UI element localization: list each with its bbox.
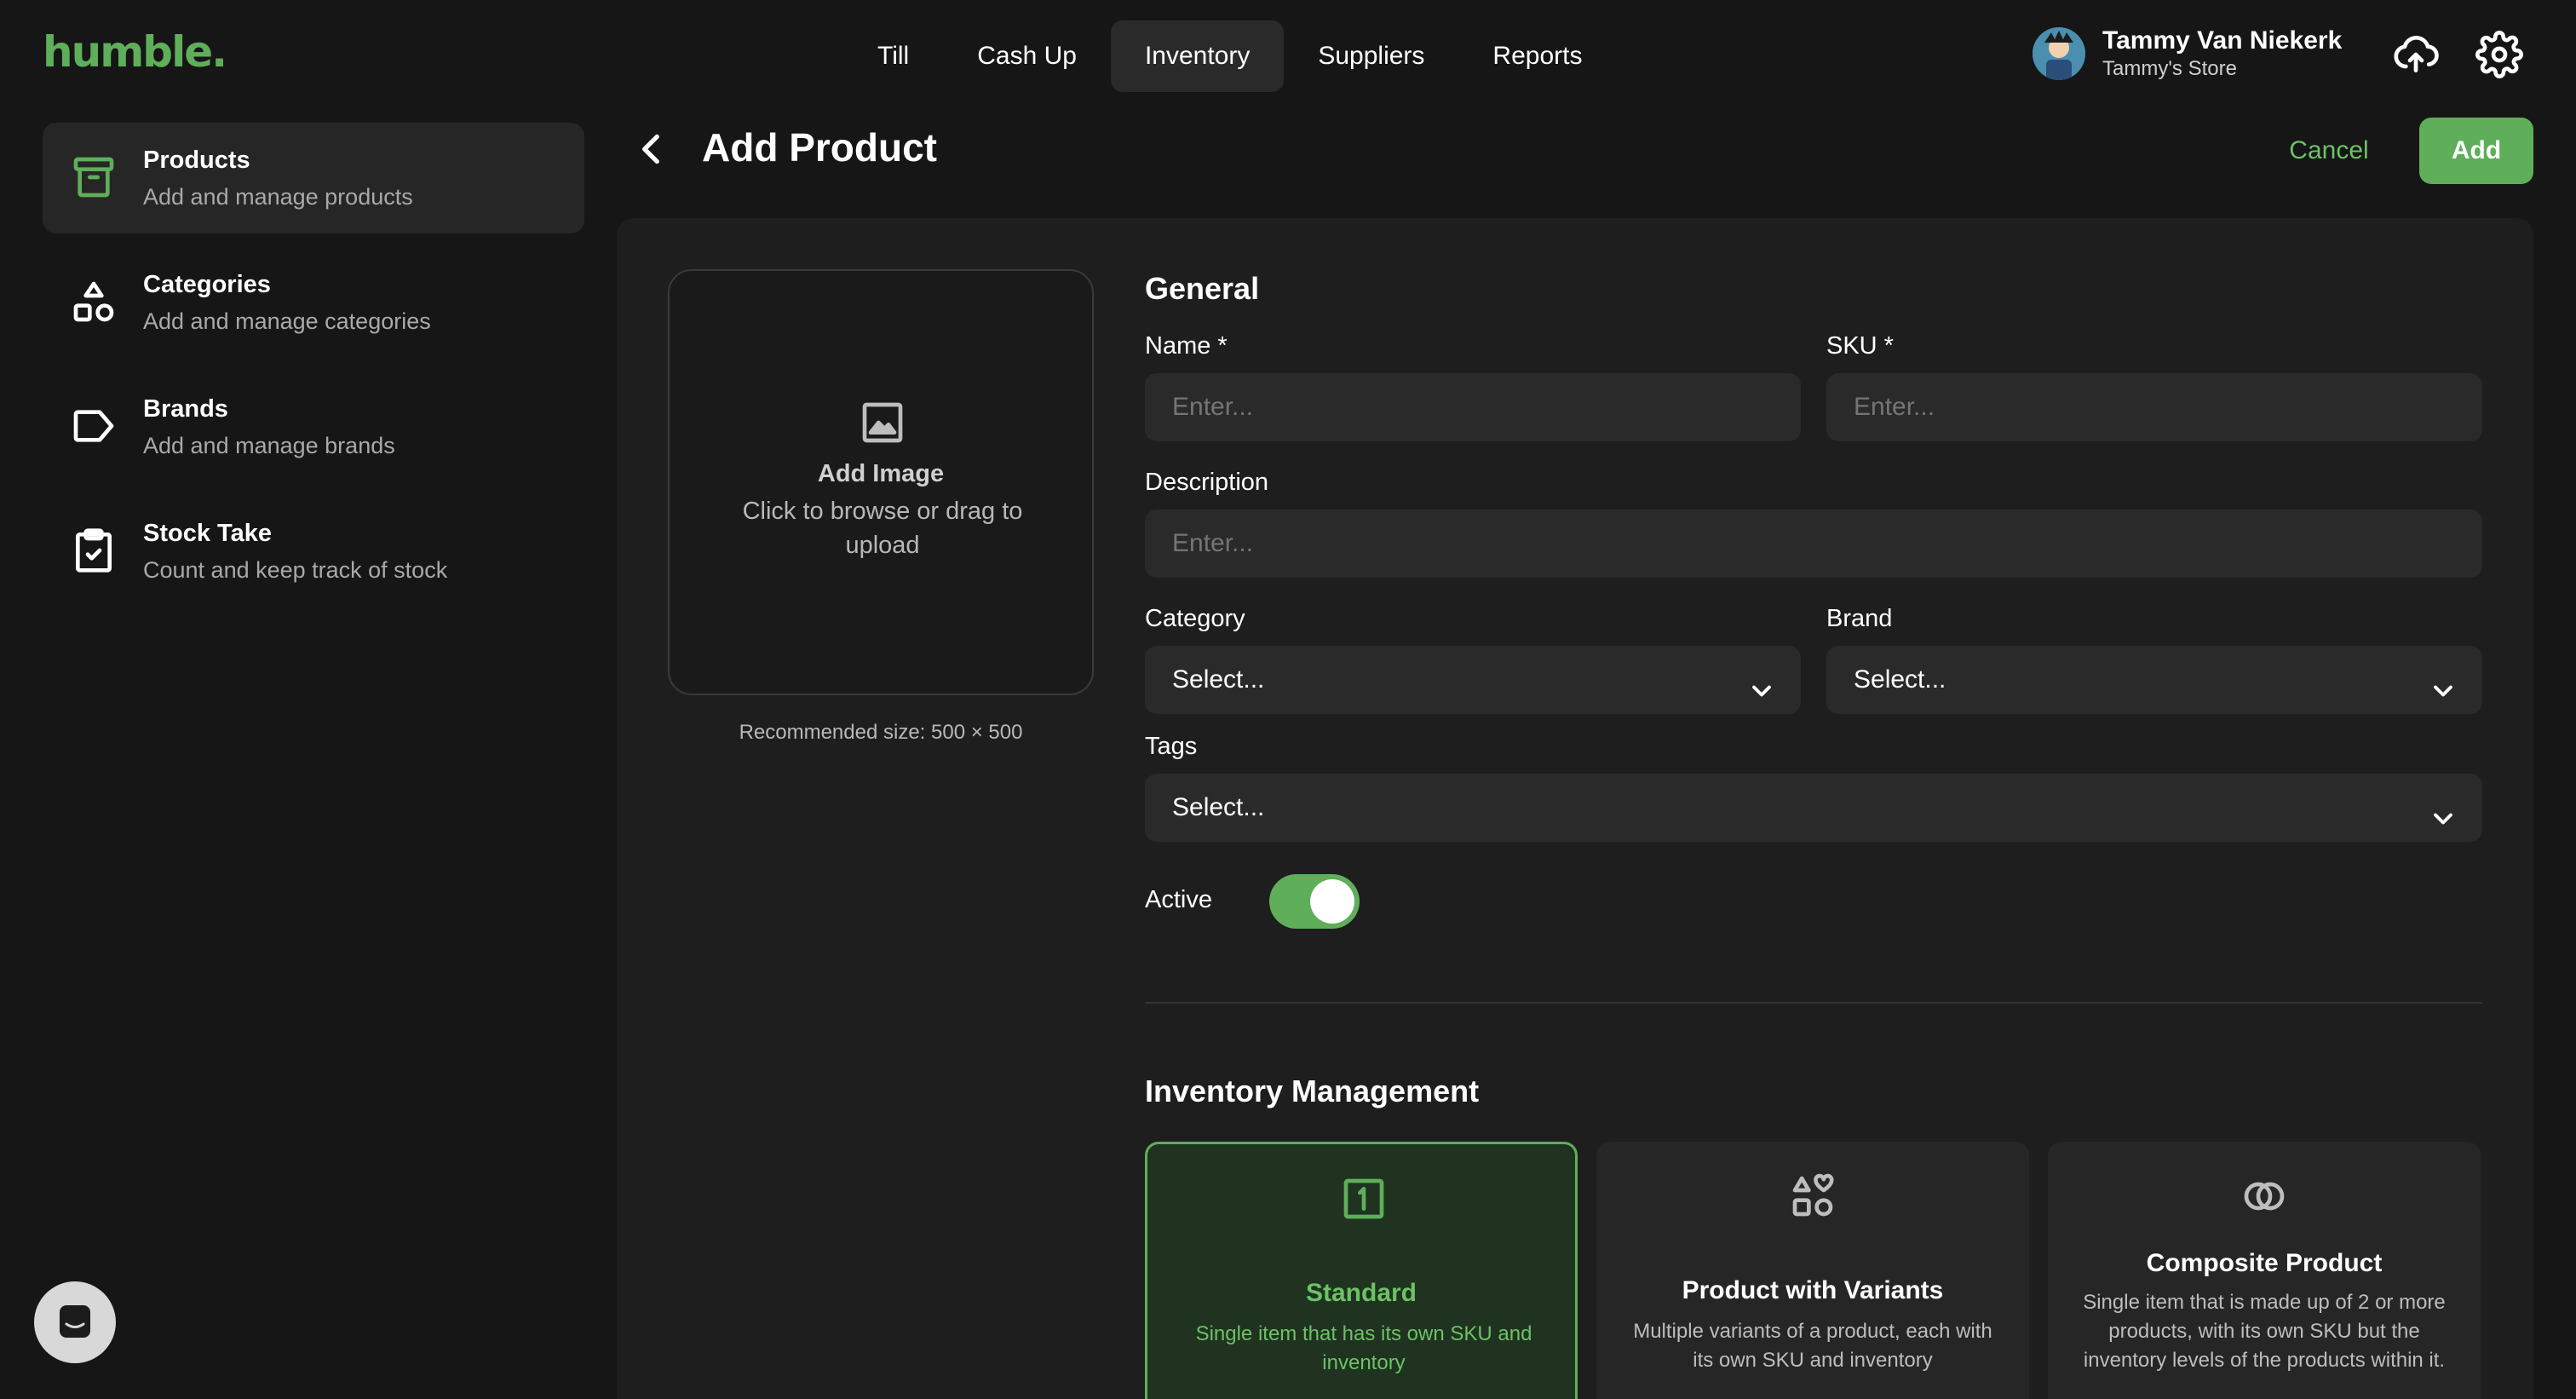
inventory-option-title: Product with Variants: [1682, 1276, 1944, 1304]
user-info: Tammy Van Niekerk Tammy's Store: [2102, 26, 2342, 82]
user-name: Tammy Van Niekerk: [2102, 26, 2343, 55]
brand-select[interactable]: Select...: [1826, 646, 2482, 714]
tag-icon: [70, 402, 118, 450]
nav-suppliers[interactable]: Suppliers: [1284, 20, 1458, 92]
avatar: [2033, 27, 2085, 80]
add-product-panel: Add Image Click to browse or drag to upl…: [617, 218, 2533, 1399]
inventory-option-description: Single item that has its own SKU and inv…: [1195, 1322, 1532, 1374]
sidebar-item-brands[interactable]: Brands Add and manage brands: [43, 371, 584, 482]
section-divider: [1145, 1002, 2482, 1004]
active-label: Active: [1145, 886, 1212, 913]
chevron-down-icon: [1746, 665, 1777, 697]
brand-label: Brand: [1826, 605, 1893, 632]
tags-select[interactable]: Select...: [1145, 774, 2482, 842]
sidebar-item-title: Categories: [143, 271, 271, 298]
inventory-option-variants[interactable]: Product with Variants Multiple variants …: [1596, 1142, 2029, 1399]
general-section-title: General: [1145, 271, 1260, 306]
name-input[interactable]: [1145, 373, 1801, 441]
image-recommended-size: Recommended size: 500 × 500: [739, 721, 1023, 744]
toggle-knob: [1310, 879, 1354, 924]
shapes-icon: [70, 278, 118, 325]
user-store: Tammy's Store: [2102, 57, 2237, 80]
inventory-option-description: Single item that is made up of 2 or more…: [2083, 1291, 2446, 1372]
sidebar-item-subtitle: Add and manage brands: [143, 433, 395, 458]
sidebar-item-subtitle: Add and manage products: [143, 184, 413, 210]
variants-shapes-icon: [1789, 1172, 1837, 1220]
chevron-down-icon: [2428, 792, 2458, 825]
image-upload-subtitle: Click to browse or drag to upload: [742, 498, 1023, 559]
chevron-down-icon: [2428, 665, 2458, 697]
page-title: Add Product: [702, 125, 937, 170]
gear-icon[interactable]: [2475, 31, 2523, 78]
clipboard-check-icon: [70, 527, 118, 574]
overlapping-circles-icon: [2240, 1172, 2288, 1220]
add-button[interactable]: Add: [2419, 118, 2533, 184]
name-label: Name *: [1145, 332, 1228, 360]
inventory-section-title: Inventory Management: [1145, 1074, 1480, 1108]
category-select[interactable]: Select...: [1145, 646, 1801, 714]
sku-input[interactable]: [1826, 373, 2482, 441]
nav-cash-up[interactable]: Cash Up: [943, 20, 1111, 92]
inventory-option-title: Composite Product: [2146, 1249, 2383, 1277]
sku-label: SKU *: [1826, 332, 1894, 360]
active-toggle[interactable]: [1269, 874, 1360, 929]
cloud-upload-icon[interactable]: [2392, 31, 2440, 78]
category-label: Category: [1145, 605, 1245, 632]
back-arrow-icon[interactable]: [630, 128, 673, 170]
archive-box-icon: [70, 153, 118, 201]
image-upload-dropzone[interactable]: Add Image Click to browse or drag to upl…: [668, 269, 1094, 695]
tags-label: Tags: [1145, 733, 1198, 760]
image-icon: [859, 399, 906, 446]
sidebar-item-products[interactable]: Products Add and manage products: [43, 123, 584, 233]
inventory-option-standard[interactable]: Standard Single item that has its own SK…: [1145, 1142, 1578, 1399]
sidebar-item-title: Stock Take: [143, 520, 272, 547]
top-nav: Till Cash Up Inventory Suppliers Reports: [843, 20, 1616, 92]
nav-reports[interactable]: Reports: [1458, 20, 1616, 92]
brand-select-value: Select...: [1854, 665, 1946, 694]
image-upload-title: Add Image: [817, 460, 945, 487]
sidebar-item-stock-take[interactable]: Stock Take Count and keep track of stock: [43, 496, 584, 607]
nav-inventory[interactable]: Inventory: [1110, 20, 1285, 92]
inventory-option-title: Standard: [1305, 1279, 1417, 1307]
support-chat-button[interactable]: [34, 1281, 116, 1363]
inventory-option-composite[interactable]: Composite Product Single item that is ma…: [2048, 1142, 2481, 1399]
nav-till[interactable]: Till: [843, 20, 943, 92]
description-input[interactable]: [1145, 510, 2482, 578]
cancel-button[interactable]: Cancel: [2269, 118, 2389, 184]
app-window: humble. Till Cash Up Inventory Suppliers…: [0, 0, 2576, 1399]
sidebar-item-title: Products: [143, 147, 250, 174]
sidebar-item-title: Brands: [143, 395, 228, 423]
category-select-value: Select...: [1172, 665, 1265, 694]
sidebar-item-subtitle: Count and keep track of stock: [143, 557, 448, 583]
sidebar-item-categories[interactable]: Categories Add and manage categories: [43, 247, 584, 358]
sidebar-item-subtitle: Add and manage categories: [143, 308, 431, 334]
numbered-box-icon: [1340, 1175, 1388, 1223]
inventory-option-description: Multiple variants of a product, each wit…: [1633, 1320, 1992, 1372]
description-label: Description: [1145, 469, 1269, 496]
humble-logo[interactable]: humble.: [43, 27, 227, 77]
tags-select-value: Select...: [1172, 793, 1265, 821]
user-menu[interactable]: Tammy Van Niekerk Tammy's Store: [2033, 26, 2342, 82]
